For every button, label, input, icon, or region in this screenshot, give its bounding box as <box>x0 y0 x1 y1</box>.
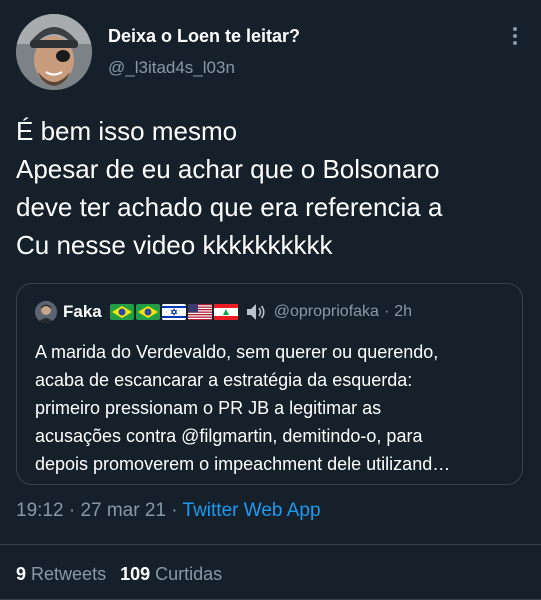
tweet-line: deve ter achado que era referencia a <box>16 192 443 222</box>
lebanon-flag-icon <box>213 304 238 320</box>
likes-count: 109 <box>120 564 151 584</box>
quoted-author-handle: @opropriofaka <box>273 303 379 320</box>
quoted-author-avatar <box>35 301 57 323</box>
tweet-text: É bem isso mesmo Apesar de eu achar que … <box>16 112 526 264</box>
retweets-count: 9 <box>16 564 27 584</box>
divider <box>0 544 541 545</box>
quoted-author-name: Faka <box>63 302 102 321</box>
more-options-icon[interactable] <box>505 24 525 48</box>
dot <box>513 41 517 45</box>
likes-label: Curtidas <box>155 564 223 584</box>
tweet-line: Cu nesse video kkkkkkkkkk <box>16 230 333 260</box>
quoted-tweet-text: A marida do Verdevaldo, sem querer ou qu… <box>35 338 510 478</box>
israel-flag-icon <box>161 304 186 320</box>
quoted-avatar-photo-icon <box>35 301 57 323</box>
retweets-stat[interactable]: 9 Retweets <box>16 564 106 584</box>
separator-dot: · <box>171 500 178 521</box>
quoted-line: acusações contra @filgmartin, demitindo-… <box>35 426 423 446</box>
speaker-icon <box>246 304 265 320</box>
flag-emojis <box>109 304 238 320</box>
usa-flag-icon <box>187 304 212 320</box>
tweet-time[interactable]: 19:12 <box>16 500 64 521</box>
dot <box>513 34 517 38</box>
quoted-tweet-time: 2h <box>394 303 413 320</box>
quoted-line: acaba de escancarar a estratégia da esqu… <box>35 370 413 390</box>
author-name[interactable]: Deixa o Loen te leitar? <box>108 26 300 47</box>
author-handle[interactable]: @_l3itad4s_l03n <box>108 58 235 78</box>
retweets-label: Retweets <box>31 564 107 584</box>
likes-stat[interactable]: 109 Curtidas <box>120 564 222 584</box>
tweet-header: Deixa o Loen te leitar? @_l3itad4s_l03n <box>0 0 541 100</box>
separator-dot: · <box>68 500 76 521</box>
quoted-line: depois promoverem o impeachment dele uti… <box>35 454 451 474</box>
quoted-tweet-card[interactable]: Faka @opropriofaka · 2h A marida do Verd… <box>16 283 523 485</box>
brazil-flag-icon <box>135 304 160 320</box>
tweet-date[interactable]: 27 mar 21 <box>80 500 166 521</box>
avatar-photo-icon <box>16 14 92 90</box>
tweet-metadata: 19:12 · 27 mar 21 · Twitter Web App <box>16 500 321 522</box>
dot <box>513 27 517 31</box>
quoted-line: primeiro pressionam o PR JB a legitimar … <box>35 398 382 418</box>
quoted-line: A marida do Verdevaldo, sem querer ou qu… <box>35 342 439 362</box>
separator-dot: · <box>383 303 390 320</box>
tweet-line: Apesar de eu achar que o Bolsonaro <box>16 154 440 184</box>
author-avatar[interactable] <box>16 14 92 90</box>
tweet-line: É bem isso mesmo <box>16 116 238 146</box>
tweet-stats: 9 Retweets 109 Curtidas <box>16 564 222 585</box>
brazil-flag-icon <box>109 304 134 320</box>
quoted-tweet-header: Faka @opropriofaka · 2h <box>35 300 412 324</box>
source-app-link[interactable]: Twitter Web App <box>183 500 321 521</box>
